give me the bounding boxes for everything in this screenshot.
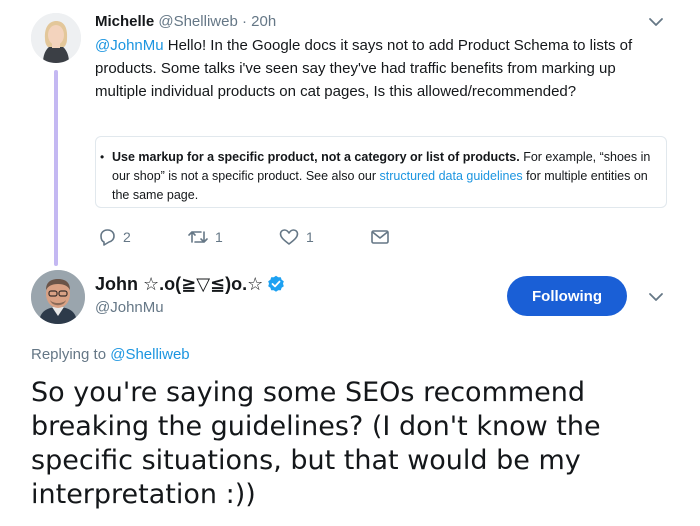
like-count: 1: [306, 229, 314, 245]
mention-link[interactable]: @JohnMu: [95, 37, 164, 54]
replying-to-mention[interactable]: @Shelliweb: [110, 346, 189, 363]
chevron-down-icon[interactable]: [645, 13, 667, 31]
main-tweet-text: So you're saying some SEOs recommend bre…: [31, 377, 601, 510]
reply-count: 2: [123, 229, 131, 245]
message-action[interactable]: [370, 226, 390, 248]
parent-tweet-header: Michelle @Shelliweb · 20h: [95, 12, 276, 32]
parent-tweet-body: Hello! In the Google docs it says not to…: [95, 37, 633, 100]
replying-to-line: Replying to @Shelliweb: [31, 345, 190, 365]
main-author-name[interactable]: John ☆.o(≧▽≦)o.☆: [95, 274, 263, 294]
main-author-line: John ☆.o(≧▽≦)o.☆: [95, 272, 285, 299]
header-separator: ·: [241, 13, 247, 30]
structured-data-guidelines-link[interactable]: structured data guidelines: [380, 169, 523, 183]
like-action[interactable]: 1: [278, 226, 314, 248]
main-author-handle[interactable]: @JohnMu: [95, 298, 164, 318]
like-icon: [279, 229, 299, 245]
message-icon: [371, 230, 389, 244]
quote-bold-text: Use markup for a specific product, not a…: [112, 150, 520, 164]
parent-tweet-time[interactable]: 20h: [251, 13, 276, 30]
reply-action[interactable]: 2: [97, 226, 131, 248]
parent-author-handle[interactable]: @Shelliweb: [158, 13, 237, 30]
john-avatar[interactable]: [31, 270, 85, 324]
quote-bullet: •: [100, 150, 105, 164]
retweet-icon: [188, 231, 208, 243]
retweet-action[interactable]: 1: [187, 226, 223, 248]
michelle-avatar[interactable]: [31, 13, 81, 63]
replying-to-prefix: Replying to: [31, 346, 111, 363]
parent-author-name[interactable]: Michelle: [95, 13, 154, 30]
parent-tweet-text: @JohnMu Hello! In the Google docs it say…: [95, 34, 670, 103]
reply-icon: [100, 229, 115, 246]
retweet-count: 1: [215, 229, 223, 245]
verified-icon: [267, 275, 285, 299]
thread-line: [54, 70, 58, 266]
quote-text: • Use markup for a specific product, not…: [100, 148, 664, 205]
following-button[interactable]: Following: [507, 276, 627, 316]
chevron-down-icon[interactable]: [645, 288, 667, 306]
